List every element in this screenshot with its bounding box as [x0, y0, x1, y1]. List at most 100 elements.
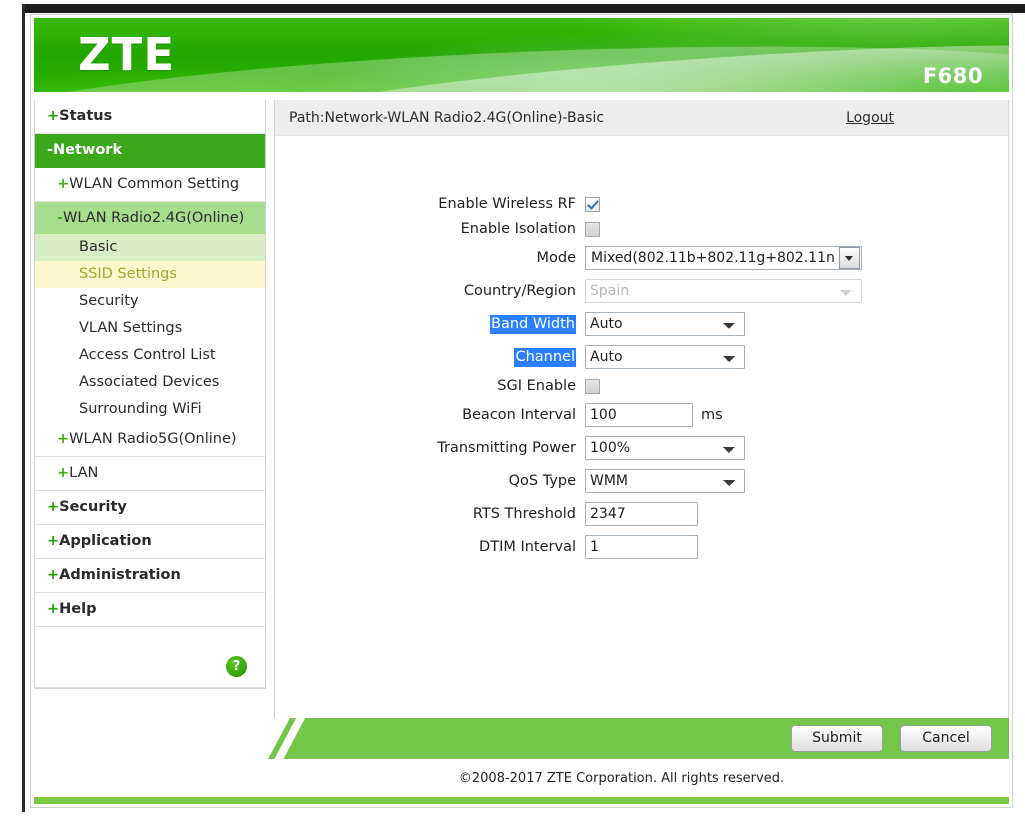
breadcrumb-bar: Path:Network-WLAN Radio2.4G(Online)-Basi… — [275, 100, 1008, 136]
main-content-panel: Path:Network-WLAN Radio2.4G(Online)-Basi… — [274, 100, 1009, 724]
browser-window: ZTE F680 +Status -Network +WLAN Common S… — [0, 0, 1025, 816]
mode-label: Mode — [536, 250, 576, 266]
submit-button[interactable]: Submit — [791, 725, 883, 752]
page-header-banner: ZTE F680 — [34, 18, 1009, 92]
window-left-border — [22, 4, 25, 812]
expand-plus-icon: + — [47, 108, 60, 124]
mode-selected-value: Mixed(802.11b+802.11g+802.11n — [591, 250, 835, 266]
transmitting-power-select[interactable]: 100% — [585, 436, 745, 460]
sidebar-item-label: Basic — [79, 239, 118, 255]
rts-threshold-label: RTS Threshold — [472, 506, 576, 522]
wlan-basic-settings-form: Enable Wireless RF Enable Isolation Mode — [275, 136, 1008, 559]
cancel-button[interactable]: Cancel — [900, 725, 992, 752]
enable-wireless-rf-checkbox[interactable] — [585, 196, 600, 212]
expand-plus-icon: + — [47, 499, 60, 515]
sidebar-item-label: WLAN Radio5G(Online) — [69, 431, 237, 447]
breadcrumb: Path:Network-WLAN Radio2.4G(Online)-Basi… — [289, 109, 605, 126]
sidebar-item-wlan-radio-5g[interactable]: +WLAN Radio5G(Online) — [35, 423, 265, 457]
sidebar-item-security-wlan[interactable]: Security — [35, 288, 265, 315]
sidebar-item-label: Security — [79, 293, 139, 309]
sidebar-item-label: VLAN Settings — [79, 320, 183, 336]
form-row-sgi-enable: SGI Enable — [275, 378, 1008, 394]
expand-plus-icon: + — [47, 601, 60, 617]
sidebar-item-status[interactable]: +Status — [35, 100, 265, 134]
sgi-enable-checkbox[interactable] — [585, 378, 600, 394]
beacon-interval-input[interactable] — [585, 403, 693, 427]
logout-link[interactable]: Logout — [846, 110, 894, 126]
sidebar-navigation: +Status -Network +WLAN Common Setting -W… — [34, 100, 266, 689]
form-row-dtim-interval: DTIM Interval — [275, 535, 1008, 559]
form-row-band-width: Band Width Auto — [275, 312, 1008, 336]
sidebar-item-vlan-settings[interactable]: VLAN Settings — [35, 315, 265, 342]
beacon-interval-control: ms — [585, 403, 723, 427]
mode-select[interactable]: Mixed(802.11b+802.11g+802.11n — [585, 246, 862, 270]
copyright-text: ©2008-2017 ZTE Corporation. All rights r… — [458, 770, 785, 786]
beacon-interval-unit: ms — [701, 407, 723, 423]
page-body: +Status -Network +WLAN Common Setting -W… — [31, 92, 1012, 792]
sidebar-item-administration[interactable]: +Administration — [35, 559, 265, 593]
sidebar-item-label: Associated Devices — [79, 374, 220, 390]
enable-isolation-checkbox[interactable] — [585, 221, 600, 237]
form-row-rts-threshold: RTS Threshold — [275, 502, 1008, 526]
expand-plus-icon: + — [57, 176, 70, 192]
enable-wireless-rf-label: Enable Wireless RF — [438, 196, 576, 212]
form-row-qos-type: QoS Type WMM — [275, 469, 1008, 493]
channel-select[interactable]: Auto — [585, 345, 745, 369]
form-row-enable-wireless-rf: Enable Wireless RF — [275, 196, 1008, 212]
channel-control: Auto — [585, 345, 745, 369]
enable-wireless-rf-control — [585, 196, 600, 212]
sidebar-item-access-control-list[interactable]: Access Control List — [35, 342, 265, 369]
qos-type-control: WMM — [585, 469, 745, 493]
qos-type-select[interactable]: WMM — [585, 469, 745, 493]
router-admin-page: ZTE F680 +Status -Network +WLAN Common S… — [30, 14, 1013, 808]
dtim-interval-label: DTIM Interval — [479, 539, 576, 555]
channel-label: Channel — [275, 348, 585, 367]
sgi-enable-control — [585, 378, 600, 394]
transmitting-power-control: 100% — [585, 436, 745, 460]
form-row-enable-isolation: Enable Isolation — [275, 221, 1008, 237]
form-row-country-region: Country/Region Spain — [275, 279, 1008, 303]
chevron-down-icon[interactable] — [839, 247, 860, 269]
sidebar-item-label: WLAN Common Setting — [69, 176, 240, 192]
sidebar-item-label: Status — [59, 108, 113, 124]
band-width-select[interactable]: Auto — [585, 312, 745, 336]
sidebar-item-label: WLAN Radio2.4G(Online) — [63, 210, 245, 226]
sidebar-item-wlan-radio-24g[interactable]: -WLAN Radio2.4G(Online) — [35, 202, 265, 234]
sidebar-item-label: Help — [59, 601, 97, 617]
sidebar-item-ssid-settings[interactable]: SSID Settings — [35, 261, 265, 288]
sidebar-item-surrounding-wifi[interactable]: Surrounding WiFi — [35, 396, 265, 423]
sidebar-item-label: Surrounding WiFi — [79, 401, 202, 417]
sidebar-item-help[interactable]: +Help — [35, 593, 265, 627]
qos-type-label: QoS Type — [508, 473, 576, 489]
sidebar-item-label: Administration — [59, 567, 181, 583]
sidebar-item-label: Network — [53, 142, 123, 158]
expand-plus-icon: + — [57, 431, 70, 447]
sidebar-footer-area: ? — [35, 627, 265, 688]
dtim-interval-input[interactable] — [585, 535, 698, 559]
sidebar-item-label: Access Control List — [79, 347, 216, 363]
page-footer: Submit Cancel ©2008-2017 ZTE Corporation… — [34, 718, 1009, 804]
expand-plus-icon: + — [47, 567, 60, 583]
device-model-label: F680 — [922, 64, 983, 88]
band-width-label: Band Width — [275, 315, 585, 334]
sidebar-item-application[interactable]: +Application — [35, 525, 265, 559]
copyright-row: ©2008-2017 ZTE Corporation. All rights r… — [34, 759, 1009, 797]
channel-label-text: Channel — [514, 348, 576, 367]
sidebar-item-lan[interactable]: +LAN — [35, 457, 265, 491]
zte-logo: ZTE — [78, 28, 176, 81]
help-icon[interactable]: ? — [226, 656, 247, 677]
country-region-label: Country/Region — [463, 283, 576, 299]
sidebar-item-associated-devices[interactable]: Associated Devices — [35, 369, 265, 396]
sidebar-item-label: LAN — [69, 465, 99, 481]
sidebar-item-label: Security — [59, 499, 127, 515]
sidebar-item-network[interactable]: -Network — [35, 134, 265, 168]
enable-isolation-label: Enable Isolation — [460, 221, 576, 237]
rts-threshold-input[interactable] — [585, 502, 698, 526]
form-row-channel: Channel Auto — [275, 345, 1008, 369]
country-region-select[interactable]: Spain — [585, 279, 862, 303]
form-row-transmitting-power: Transmitting Power 100% — [275, 436, 1008, 460]
sidebar-item-security[interactable]: +Security — [35, 491, 265, 525]
sidebar-item-wlan-common-setting[interactable]: +WLAN Common Setting — [35, 168, 265, 202]
action-button-bar: Submit Cancel — [263, 718, 1009, 759]
sidebar-item-basic[interactable]: Basic — [35, 234, 265, 261]
